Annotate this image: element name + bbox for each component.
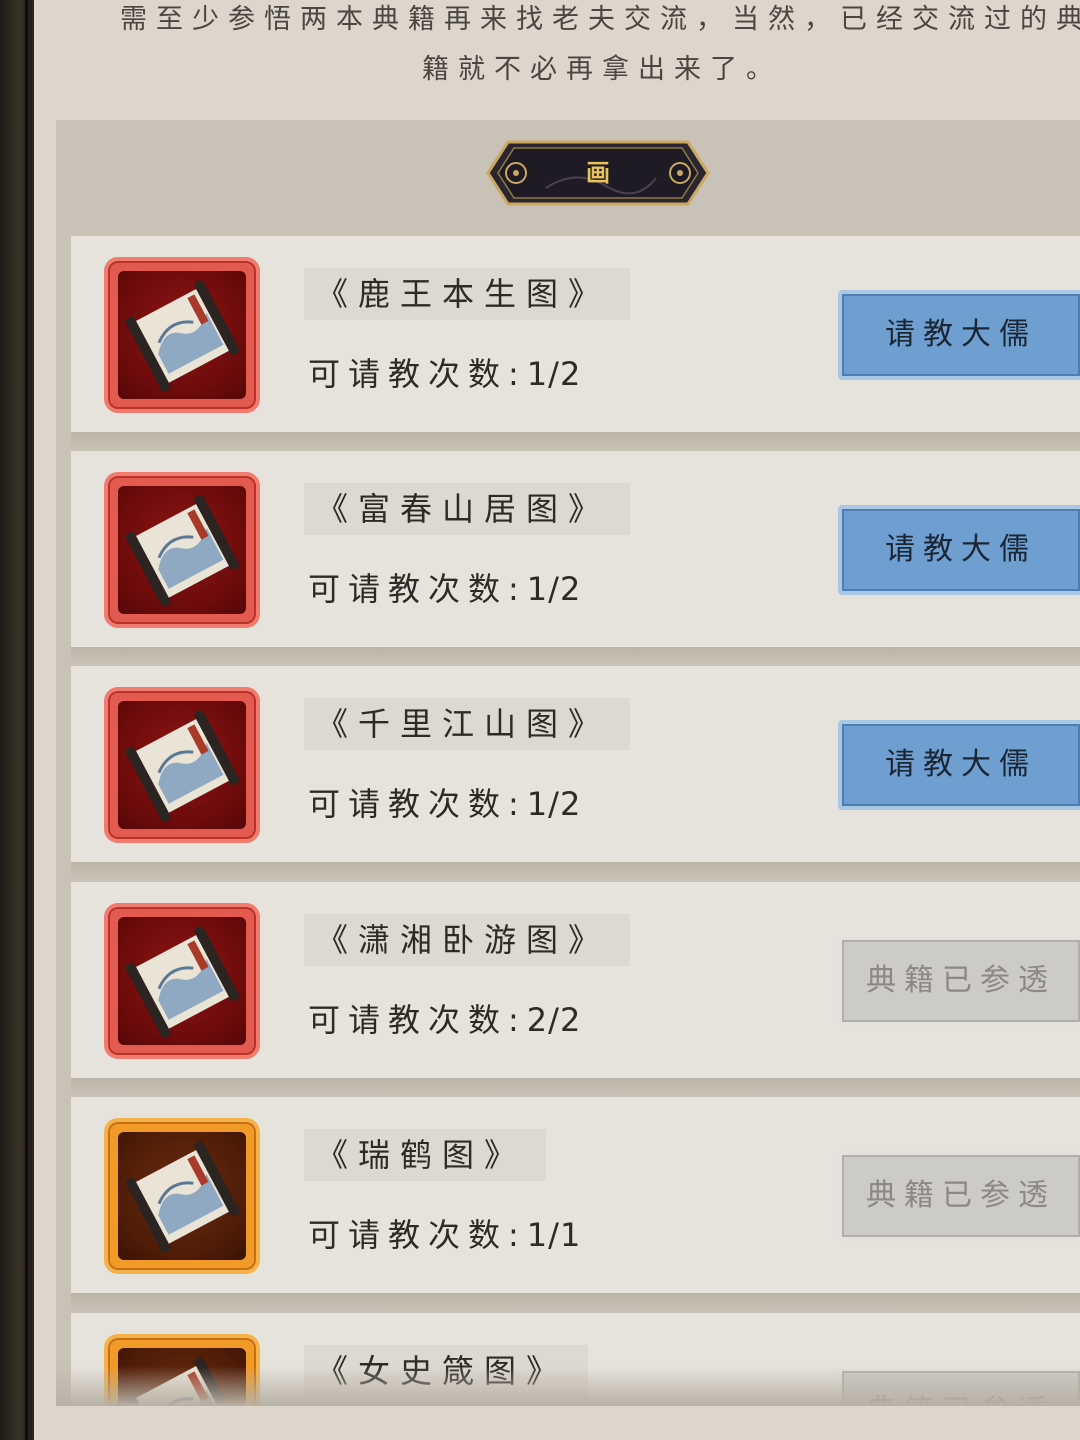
scroll-painting-icon bbox=[125, 280, 240, 392]
count-label: 可请教次数: bbox=[308, 1216, 527, 1254]
book-row: 《鹿王本生图》 可请教次数:1/2 请教大儒 bbox=[71, 236, 1080, 450]
category-badge: 画 bbox=[486, 138, 710, 208]
book-title: 《富春山居图》 bbox=[304, 483, 631, 535]
book-title: 《千里江山图》 bbox=[304, 698, 631, 750]
scroll-painting-icon bbox=[125, 495, 240, 607]
scroll-painting-icon bbox=[125, 926, 240, 1038]
game-window-border bbox=[0, 0, 32, 1440]
book-title: 《鹿王本生图》 bbox=[304, 268, 631, 320]
book-list[interactable]: 画 《鹿王本生图》 可请教次数:1/2 请教大儒 《富春山居图》 可请教次数:1… bbox=[56, 120, 1080, 1406]
intro-line-2: 籍就不必再拿出来了。 bbox=[422, 54, 782, 85]
count-value: 2/2 bbox=[526, 1001, 582, 1039]
book-mastered-button[interactable]: 典籍已参透 bbox=[838, 1151, 1080, 1241]
count-value: 1/2 bbox=[526, 570, 582, 608]
consult-count: 可请教次数:1/2 bbox=[308, 778, 581, 830]
book-title: 《瑞鹤图》 bbox=[304, 1129, 547, 1181]
book-row: 《富春山居图》 可请教次数:1/2 请教大儒 bbox=[71, 451, 1080, 665]
consult-count: 可请教次数:1/1 bbox=[308, 1209, 581, 1261]
book-icon-frame bbox=[104, 1118, 260, 1274]
book-mastered-button[interactable]: 典籍已参透 bbox=[838, 936, 1080, 1026]
book-icon-frame bbox=[104, 1334, 260, 1406]
consult-count: 可请教次数:2/2 bbox=[308, 994, 581, 1046]
count-value: 1/2 bbox=[526, 785, 582, 823]
book-row: 《女史箴图》 典籍已参透 bbox=[71, 1313, 1080, 1406]
book-icon-frame bbox=[104, 687, 260, 843]
consult-scholar-button[interactable]: 请教大儒 bbox=[838, 505, 1080, 595]
book-row: 《瑞鹤图》 可请教次数:1/1 典籍已参透 bbox=[71, 1097, 1080, 1311]
consult-scholar-button[interactable]: 请教大儒 bbox=[838, 720, 1080, 810]
consult-scholar-button[interactable]: 请教大儒 bbox=[838, 290, 1080, 380]
count-label: 可请教次数: bbox=[308, 785, 527, 823]
book-mastered-button[interactable]: 典籍已参透 bbox=[838, 1367, 1080, 1406]
badge-label: 画 bbox=[586, 159, 610, 187]
count-value: 1/1 bbox=[526, 1216, 582, 1254]
count-label: 可请教次数: bbox=[308, 570, 527, 608]
book-icon-frame bbox=[104, 472, 260, 628]
scroll-painting-icon bbox=[125, 1141, 240, 1253]
book-title: 《女史箴图》 bbox=[304, 1345, 589, 1397]
count-value: 1/2 bbox=[526, 355, 582, 393]
consult-count: 可请教次数:1/2 bbox=[308, 563, 581, 615]
count-label: 可请教次数: bbox=[308, 1001, 527, 1039]
count-label: 可请教次数: bbox=[308, 355, 527, 393]
intro-line-1: 需至少参悟两本典籍再来找老夫交流，当然，已经交流过的典 bbox=[120, 4, 1080, 35]
book-row: 《千里江山图》 可请教次数:1/2 请教大儒 bbox=[71, 666, 1080, 880]
scroll-painting-icon bbox=[125, 710, 240, 822]
book-icon-frame bbox=[104, 903, 260, 1059]
consult-count: 可请教次数:1/2 bbox=[308, 348, 581, 400]
scroll-painting-icon bbox=[125, 1357, 240, 1406]
book-icon-frame bbox=[104, 257, 260, 413]
book-row: 《潇湘卧游图》 可请教次数:2/2 典籍已参透 bbox=[71, 882, 1080, 1096]
book-title: 《潇湘卧游图》 bbox=[304, 914, 631, 966]
